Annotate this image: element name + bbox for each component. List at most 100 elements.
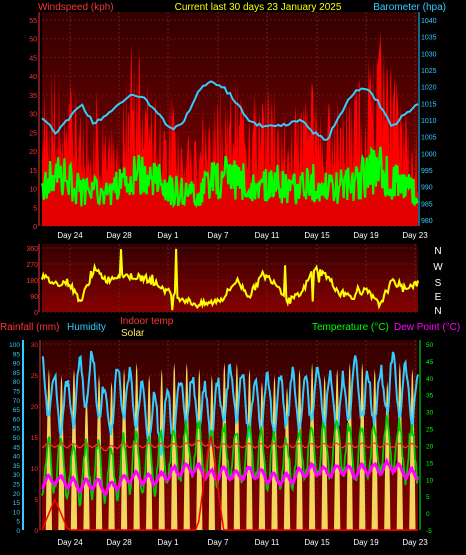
rain-axis-tick: 0 [34, 528, 38, 535]
date-label: Day 15 [304, 231, 330, 240]
wind-axis-tick: 50 [29, 37, 37, 44]
barometer-axis-tick: 1035 [421, 35, 437, 42]
compass-label: W [433, 262, 443, 273]
date-label: Day 28 [106, 231, 132, 240]
rainfall-legend: Rainfall (mm) [0, 322, 59, 333]
humidity-axis-tick: 50 [13, 435, 21, 442]
barometer-axis-tick: 1010 [421, 118, 437, 125]
rain-axis-tick: 20 [31, 404, 39, 411]
humidity-axis-tick: 35 [13, 463, 21, 470]
wind-axis-tick: 40 [29, 74, 37, 81]
humidity-legend: Humidity [67, 322, 106, 333]
chart-title: Current last 30 days 23 January 2025 [175, 2, 342, 13]
wind-axis-title: Windspeed (kph) [38, 2, 114, 13]
temperature-legend: Temperature (°C) [312, 322, 389, 333]
temp-axis-tick: 35 [426, 393, 434, 400]
direction-axis-tick: 0 [34, 310, 38, 317]
humidity-axis-tick: 20 [13, 491, 21, 498]
humidity-axis-tick: 30 [13, 472, 21, 479]
date-label: Day 19 [353, 538, 379, 547]
barometer-axis-tick: 990 [421, 185, 433, 192]
humidity-axis-tick: 95 [13, 351, 21, 358]
humidity-axis-tick: 10 [13, 509, 21, 516]
compass-label: N [434, 306, 441, 317]
temp-axis-tick: 25 [426, 427, 434, 434]
date-label: Day 23 [402, 231, 428, 240]
temp-axis-tick: 30 [426, 410, 434, 417]
barometer-axis-tick: 1040 [421, 18, 437, 25]
date-label: Day 23 [402, 538, 428, 547]
barometer-axis-tick: 1020 [421, 85, 437, 92]
solar-legend: Solar [121, 328, 145, 339]
wind-axis-tick: 0 [33, 224, 37, 231]
date-label: Day 7 [208, 231, 229, 240]
date-label: Day 11 [255, 231, 280, 240]
humidity-axis-tick: 65 [13, 407, 21, 414]
direction-axis-tick: 90 [30, 294, 38, 301]
humidity-axis-tick: 100 [9, 342, 20, 349]
direction-panel-bg [42, 244, 418, 312]
barometer-axis-tick: 1000 [421, 151, 437, 158]
compass-label: N [434, 246, 441, 257]
dew-point-legend: Dew Point (°C) [394, 322, 460, 333]
direction-axis-tick: 360 [26, 246, 38, 253]
date-label: Day 11 [255, 538, 280, 547]
humidity-axis-tick: 15 [13, 500, 21, 507]
barometer-axis-tick: 1015 [421, 101, 437, 108]
compass-label: S [435, 278, 442, 289]
date-label: Day 7 [208, 538, 229, 547]
humidity-axis-tick: 70 [13, 398, 21, 405]
barometer-axis-title: Barometer (hpa) [373, 2, 446, 13]
humidity-axis-tick: 25 [13, 482, 21, 489]
wind-axis-tick: 10 [29, 187, 37, 194]
temp-axis-tick: -5 [426, 528, 432, 535]
date-label: Day 19 [353, 231, 379, 240]
humidity-axis-tick: 80 [13, 379, 21, 386]
wind-axis-tick: 30 [29, 112, 37, 119]
temp-axis-tick: 50 [426, 342, 434, 349]
date-label: Day 1 [158, 538, 179, 547]
temp-axis-tick: 40 [426, 376, 434, 383]
humidity-axis-tick: 45 [13, 444, 21, 451]
temp-axis-tick: 45 [426, 359, 434, 366]
indoor-temp-legend: Indoor temp [120, 316, 174, 327]
temp-axis-tick: 0 [426, 511, 430, 518]
temp-axis-tick: 10 [426, 477, 434, 484]
rain-axis-tick: 5 [34, 497, 38, 504]
barometer-axis-tick: 1030 [421, 51, 437, 58]
date-label: Day 24 [57, 231, 83, 240]
barometer-axis-tick: 1025 [421, 68, 437, 75]
compass-label: E [435, 292, 442, 303]
temp-axis-tick: 5 [426, 494, 430, 501]
date-label: Day 15 [304, 538, 330, 547]
date-label: Day 24 [57, 538, 83, 547]
humidity-axis-tick: 40 [13, 454, 21, 461]
humidity-axis-tick: 55 [13, 426, 21, 433]
direction-axis-tick: 270 [26, 262, 38, 269]
humidity-axis-tick: 90 [13, 361, 21, 368]
wind-axis-tick: 20 [29, 149, 37, 156]
rain-axis-tick: 10 [31, 466, 39, 473]
wind-axis-tick: 25 [29, 130, 37, 137]
humidity-axis-tick: 0 [16, 528, 20, 535]
wind-axis-tick: 35 [29, 93, 37, 100]
temp-axis-tick: 20 [426, 443, 434, 450]
wind-axis-tick: 55 [29, 18, 37, 25]
wind-axis-tick: 5 [33, 205, 37, 212]
weather-charts-svg: 0510152025303540455055980985990995100010… [0, 2, 460, 547]
barometer-axis-tick: 985 [421, 201, 433, 208]
rain-axis-tick: 15 [31, 435, 39, 442]
humidity-axis-tick: 5 [16, 519, 20, 526]
date-label: Day 28 [106, 538, 132, 547]
weather-chart-canvas: 0 5 10 15 20 25 30 35 40 45 50 55 980 985 990 995 1000 10… [0, 0, 466, 555]
humidity-axis-tick: 60 [13, 416, 21, 423]
rain-axis-tick: 25 [31, 373, 39, 380]
wind-axis-tick: 45 [29, 55, 37, 62]
barometer-axis-tick: 1005 [421, 135, 437, 142]
temp-axis-tick: 15 [426, 460, 434, 467]
barometer-axis-tick: 995 [421, 168, 433, 175]
wind-axis-tick: 15 [29, 168, 37, 175]
barometer-axis-tick: 980 [421, 218, 433, 225]
date-label: Day 1 [158, 231, 179, 240]
humidity-axis-tick: 85 [13, 370, 21, 377]
